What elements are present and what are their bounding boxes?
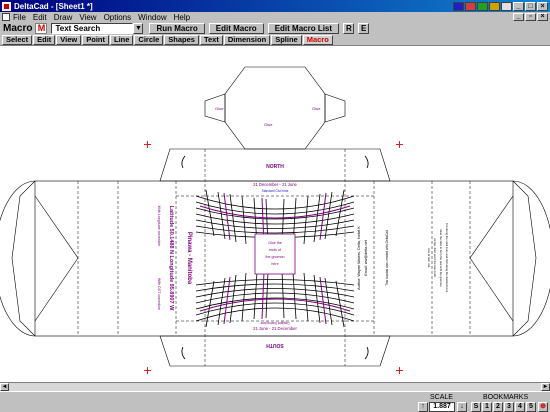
app-icon: [2, 1, 11, 11]
scale-label: SCALE: [430, 394, 453, 401]
bookmark-3-button[interactable]: 3: [504, 402, 514, 412]
right-end-outline: [512, 180, 537, 337]
credit-label: This sundial was created with DeltaCad: [385, 230, 389, 286]
excel-app-icon[interactable]: [477, 1, 488, 11]
south-tab: [159, 335, 391, 367]
menu-bar: File Edit Draw View Options Window Help …: [0, 12, 550, 22]
author-label: Author: Wayne Waters, Delta, Nebrt K: [357, 226, 361, 290]
menu-help[interactable]: Help: [174, 13, 190, 22]
longitude-correction-label: With Longitude correction: [157, 206, 161, 247]
registration-mark: [144, 141, 151, 148]
chevron-down-icon[interactable]: ▼: [133, 22, 144, 34]
bookmark-s-button[interactable]: S: [471, 402, 481, 412]
center-note-1: Glue the: [268, 241, 282, 245]
bookmark-5-button[interactable]: 5: [526, 402, 536, 412]
daylight-time-label: Daylight Saving time: [260, 321, 289, 325]
south-label: SOUTH: [266, 342, 284, 348]
glue-label-top: Glue: [264, 122, 273, 127]
standard-time-label: Standard Civil time: [262, 189, 289, 193]
e-button[interactable]: E: [358, 22, 370, 34]
word-app-icon[interactable]: [453, 1, 464, 11]
email-label: Email: ww@delta.net: [364, 239, 368, 275]
registration-mark: [144, 367, 151, 374]
status-bar: SCALE BOOKMARKS ↑ 1.887 ↓ S 1 2 3 4 5 ⊕: [0, 391, 550, 412]
menu-file[interactable]: File: [13, 13, 26, 22]
menu-options[interactable]: Options: [104, 13, 132, 22]
title-bar: DeltaCad - [Sheet1 *] _ □ ×: [0, 0, 550, 12]
date-range-top: 21 December - 21 June: [253, 182, 297, 187]
bookmark-1-button[interactable]: 1: [482, 402, 492, 412]
center-note-2: ends of: [269, 248, 281, 252]
horizontal-scrollbar[interactable]: ◄ ►: [0, 382, 550, 391]
powerpoint-app-icon[interactable]: [465, 1, 476, 11]
glue-label-right: Glue: [312, 106, 321, 111]
center-note-4: here: [271, 262, 278, 266]
edit-macro-list-button[interactable]: Edit Macro List: [267, 22, 340, 34]
doc-restore-icon[interactable]: ▫: [525, 13, 536, 21]
bookmarks-label: BOOKMARKS: [483, 394, 529, 401]
menu-draw[interactable]: Draw: [54, 13, 73, 22]
tool-tabs: Select Edit View Point Line Circle Shape…: [0, 34, 550, 45]
r-button[interactable]: R: [343, 22, 355, 34]
run-macro-button[interactable]: Run Macro: [149, 22, 205, 34]
date-range-bottom: 21 June - 21 December: [253, 326, 297, 331]
scale-down-icon[interactable]: ↓: [457, 402, 467, 412]
scale-up-icon[interactable]: ↑: [418, 402, 428, 412]
document-icon[interactable]: [2, 13, 10, 21]
left-end-outline: [11, 180, 36, 337]
drawing-canvas[interactable]: Glue Glue Glue NORTH SOUTH 21 December -…: [0, 45, 550, 389]
tab-line[interactable]: Line: [110, 35, 134, 45]
tab-point[interactable]: Point: [82, 35, 109, 45]
maximize-icon[interactable]: □: [525, 1, 536, 11]
bookmark-4-button[interactable]: 4: [515, 402, 525, 412]
scroll-left-icon[interactable]: ◄: [0, 383, 9, 391]
latlong-label: Latitude 50.1488 N Longitude 95.8907 W: [168, 206, 174, 311]
tab-edit[interactable]: Edit: [33, 35, 56, 45]
registration-mark: [396, 367, 403, 374]
tab-circle[interactable]: Circle: [134, 35, 164, 45]
scroll-right-icon[interactable]: ►: [541, 383, 550, 391]
tab-spline[interactable]: Spline: [271, 35, 302, 45]
minimize-icon[interactable]: _: [513, 1, 524, 11]
access-app-icon[interactable]: [489, 1, 500, 11]
instruction-3: on top, then point the box north.: [433, 238, 437, 278]
tab-view[interactable]: View: [56, 35, 82, 45]
right-arc: [512, 180, 550, 337]
gnomon-tab-outline: [224, 66, 326, 150]
glue-tab-right: [324, 93, 346, 123]
toolbar-label: Macro: [3, 22, 33, 34]
dst-correction-label: With DST correction: [157, 278, 161, 310]
registration-mark: [396, 141, 403, 148]
center-note-3: the gnomon: [266, 255, 285, 259]
scale-value[interactable]: 1.887: [429, 402, 455, 412]
bookmark-2-button[interactable]: 2: [493, 402, 503, 412]
window-title: DeltaCad - [Sheet1 *]: [14, 1, 93, 11]
glue-label-left: Glue: [215, 106, 224, 111]
instruction-1: Cut along the solid lines and fold along…: [445, 223, 449, 293]
macro-toolbar: Macro M Text Search ▼ Run Macro Edit Mac…: [0, 22, 550, 34]
gnomon-glue-box: [254, 233, 296, 275]
tab-shapes[interactable]: Shapes: [164, 35, 199, 45]
menu-edit[interactable]: Edit: [33, 13, 47, 22]
doc-close-icon[interactable]: ×: [537, 13, 548, 21]
left-arc: [0, 180, 36, 337]
instruction-4: Use at own risk.: [427, 248, 431, 268]
close-icon[interactable]: ×: [537, 1, 548, 11]
macro-icon[interactable]: M: [35, 22, 48, 34]
edit-macro-button[interactable]: Edit Macro: [208, 22, 264, 34]
office-app-icon[interactable]: [501, 1, 512, 11]
macro-select[interactable]: Text Search: [51, 22, 134, 34]
north-label: NORTH: [266, 164, 284, 170]
tab-macro[interactable]: Macro: [302, 35, 333, 45]
target-icon[interactable]: ⊕: [538, 402, 548, 412]
doc-minimize-icon[interactable]: _: [513, 13, 524, 21]
tab-select[interactable]: Select: [2, 35, 33, 45]
tab-dimension[interactable]: Dimension: [223, 35, 271, 45]
menu-view[interactable]: View: [79, 13, 96, 22]
tab-text[interactable]: Text: [199, 35, 223, 45]
instruction-2: Glue the tabs to form the box with the g…: [439, 229, 443, 287]
menu-window[interactable]: Window: [138, 13, 166, 22]
sundial-drawing: Glue Glue Glue NORTH SOUTH 21 December -…: [0, 66, 550, 367]
city-label: Pinawa - Manitoba: [186, 232, 192, 285]
